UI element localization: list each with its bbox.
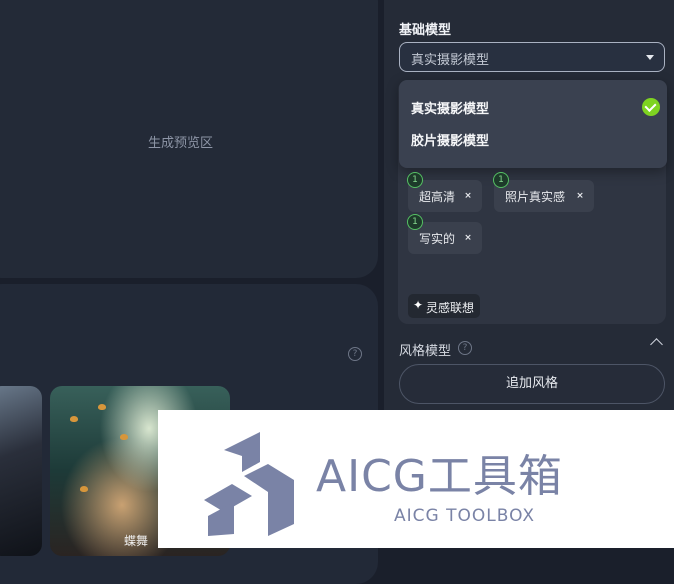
prompt-tag[interactable]: 1 照片真实感 × [493, 172, 594, 212]
caret-down-icon [646, 55, 654, 60]
gallery-thumbnail[interactable] [0, 386, 42, 556]
style-model-help-icon[interactable]: ? [458, 341, 472, 355]
tag-weight-badge: 1 [407, 172, 423, 188]
watermark-overlay: AICG工具箱 AICG TOOLBOX [158, 410, 674, 548]
add-style-button[interactable]: 追加风格 [399, 364, 665, 404]
sparkle-icon: ✦ [413, 298, 424, 312]
tag-label: 超高清 [419, 190, 456, 204]
check-icon [642, 98, 660, 116]
base-model-select[interactable]: 真实摄影模型 [399, 42, 665, 72]
tag-label: 照片真实感 [505, 190, 566, 204]
close-icon[interactable]: × [463, 191, 473, 201]
inspire-button[interactable]: ✦ 灵感联想 [408, 294, 480, 318]
inspire-label: 灵感联想 [426, 301, 475, 315]
close-icon[interactable]: × [575, 191, 585, 201]
base-model-selected-value: 真实摄影模型 [411, 53, 490, 68]
tag-label: 写实的 [419, 232, 456, 246]
gallery-help-icon[interactable]: ? [348, 347, 362, 361]
watermark-title: AICG工具箱 [316, 451, 563, 502]
base-model-dropdown: 真实摄影模型 胶片摄影模型 [399, 80, 667, 168]
prompt-tag[interactable]: 1 超高清 × [407, 172, 482, 212]
toolbox-logo-icon [204, 432, 294, 536]
tag-weight-badge: 1 [493, 172, 509, 188]
close-icon[interactable]: × [463, 233, 473, 243]
preview-area-label: 生成预览区 [148, 136, 214, 151]
watermark-subtitle: AICG TOOLBOX [394, 506, 536, 526]
dropdown-option-film-photo[interactable]: 胶片摄影模型 [411, 130, 489, 149]
dropdown-option-real-photo[interactable]: 真实摄影模型 [411, 98, 489, 117]
thumbnail-caption: 蝶舞 [124, 534, 149, 548]
tag-weight-badge: 1 [407, 214, 423, 230]
base-model-title: 基础模型 [399, 23, 452, 38]
prompt-tag[interactable]: 1 写实的 × [407, 214, 482, 254]
style-model-title: 风格模型 [399, 344, 452, 359]
